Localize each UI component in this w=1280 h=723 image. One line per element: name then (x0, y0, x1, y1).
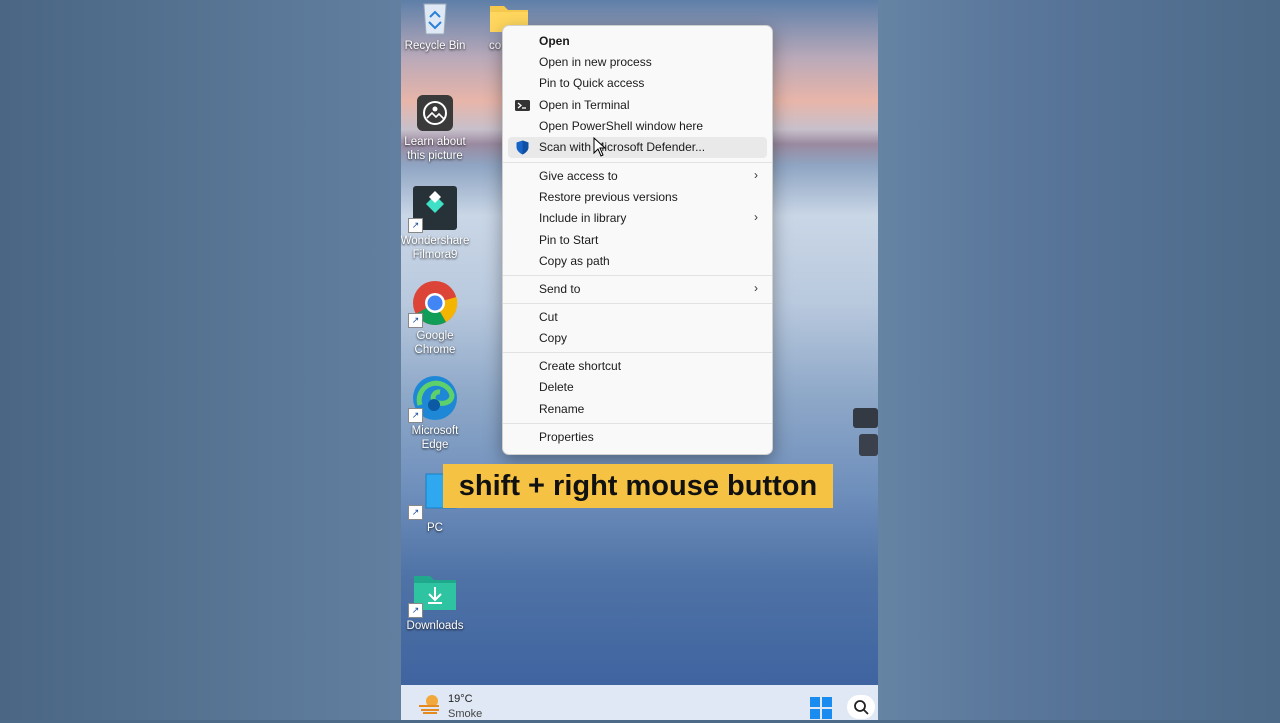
desktop-icon-label: Google Chrome (414, 330, 456, 356)
menu-separator (503, 275, 772, 276)
chevron-right-icon: › (754, 281, 758, 295)
menu-item-label: Scan with Microsoft Defender... (539, 140, 706, 154)
menu-item-delete[interactable]: Delete (508, 377, 767, 398)
menu-item-label: Properties (539, 430, 594, 444)
background-blur-left (0, 0, 401, 720)
shortcut-arrow-icon: ↗ (408, 218, 423, 233)
desktop-icon-chrome[interactable]: ↗ Google Chrome (401, 280, 473, 357)
menu-item-label: Include in library (539, 211, 627, 225)
menu-item-open-powershell[interactable]: Open PowerShell window here (508, 116, 767, 137)
terminal-icon (515, 98, 530, 113)
background-blur-right (878, 0, 1280, 720)
weather-condition[interactable]: Smoke (448, 708, 482, 720)
menu-item-give-access[interactable]: Give access to › (508, 166, 767, 187)
menu-item-label: Delete (539, 380, 574, 394)
menu-separator (503, 162, 772, 163)
menu-item-label: Send to (539, 282, 581, 296)
chrome-icon: ↗ (408, 280, 458, 328)
menu-item-label: Rename (539, 402, 585, 416)
menu-item-label: Open in new process (539, 55, 652, 69)
desktop-icon-recycle-bin[interactable]: Recycle Bin (401, 0, 473, 53)
desktop-icon-downloads[interactable]: ↗ Downloads (401, 570, 473, 633)
desktop-icon-edge[interactable]: ↗ Microsoft Edge (401, 375, 473, 452)
menu-item-copy-as-path[interactable]: Copy as path (508, 251, 767, 272)
recycle-bin-icon (417, 0, 453, 36)
downloads-folder-icon: ↗ (408, 570, 458, 618)
desktop-icon-label: Wondershare Filmora9 (401, 235, 470, 261)
menu-item-copy[interactable]: Copy (508, 328, 767, 349)
filmora-icon: ↗ (408, 185, 458, 233)
shortcut-arrow-icon: ↗ (408, 603, 423, 618)
context-menu: Open Open in new process Pin to Quick ac… (502, 25, 773, 455)
windows-start-icon[interactable] (810, 697, 832, 719)
defender-shield-icon (515, 140, 530, 155)
taskbar-search-button[interactable] (847, 695, 875, 719)
menu-separator (503, 352, 772, 353)
menu-item-pin-start[interactable]: Pin to Start (508, 230, 767, 251)
menu-item-send-to[interactable]: Send to › (508, 279, 767, 300)
shortcut-arrow-icon: ↗ (408, 313, 423, 328)
desktop-icon-label: Microsoft Edge (411, 425, 459, 451)
menu-item-label: Cut (539, 310, 558, 324)
shortcut-arrow-icon: ↗ (408, 505, 423, 520)
learn-about-picture-icon (416, 94, 454, 132)
menu-item-pin-quick-access[interactable]: Pin to Quick access (508, 73, 767, 94)
menu-item-label: Open PowerShell window here (539, 119, 704, 133)
background-boat (859, 434, 878, 456)
weather-temperature[interactable]: 19°C (448, 693, 473, 705)
desktop-icon-learn-about-picture[interactable]: Learn about this picture (401, 94, 473, 163)
menu-item-label: Create shortcut (539, 359, 622, 373)
background-boat (853, 408, 878, 428)
caption-banner: shift + right mouse button (443, 464, 833, 508)
menu-separator (503, 303, 772, 304)
menu-item-label: Give access to (539, 169, 618, 183)
menu-item-open-new-process[interactable]: Open in new process (508, 52, 767, 73)
menu-item-rename[interactable]: Rename (508, 399, 767, 420)
menu-item-label: Open (539, 34, 570, 48)
menu-item-label: Pin to Quick access (539, 76, 645, 90)
menu-item-properties[interactable]: Properties (508, 427, 767, 448)
shortcut-arrow-icon: ↗ (408, 408, 423, 423)
menu-item-restore-versions[interactable]: Restore previous versions (508, 187, 767, 208)
menu-item-label: Restore previous versions (539, 190, 678, 204)
menu-item-label: Copy as path (539, 254, 610, 268)
desktop-icon-label: Downloads (406, 620, 464, 632)
search-icon (854, 700, 869, 715)
menu-item-label: Copy (539, 331, 568, 345)
menu-separator (503, 423, 772, 424)
menu-item-label: Pin to Start (539, 233, 599, 247)
desktop-icon-label: Recycle Bin (404, 40, 466, 52)
taskbar: 19°C Smoke (401, 685, 878, 720)
chevron-right-icon: › (754, 210, 758, 224)
edge-icon: ↗ (408, 375, 458, 423)
desktop-icon-filmora[interactable]: ↗ Wondershare Filmora9 (401, 185, 473, 262)
menu-item-open-terminal[interactable]: Open in Terminal (508, 95, 767, 116)
weather-icon[interactable] (417, 692, 443, 714)
menu-item-label: Open in Terminal (539, 98, 630, 112)
menu-item-open[interactable]: Open (508, 31, 767, 52)
chevron-right-icon: › (754, 168, 758, 182)
desktop-icon-label: Learn about this picture (404, 136, 466, 162)
desktop-icon-label: PC (427, 522, 443, 534)
menu-item-create-shortcut[interactable]: Create shortcut (508, 356, 767, 377)
menu-item-cut[interactable]: Cut (508, 307, 767, 328)
mouse-cursor-icon (593, 137, 607, 157)
menu-item-include-library[interactable]: Include in library › (508, 208, 767, 229)
menu-item-scan-defender[interactable]: Scan with Microsoft Defender... (508, 137, 767, 158)
